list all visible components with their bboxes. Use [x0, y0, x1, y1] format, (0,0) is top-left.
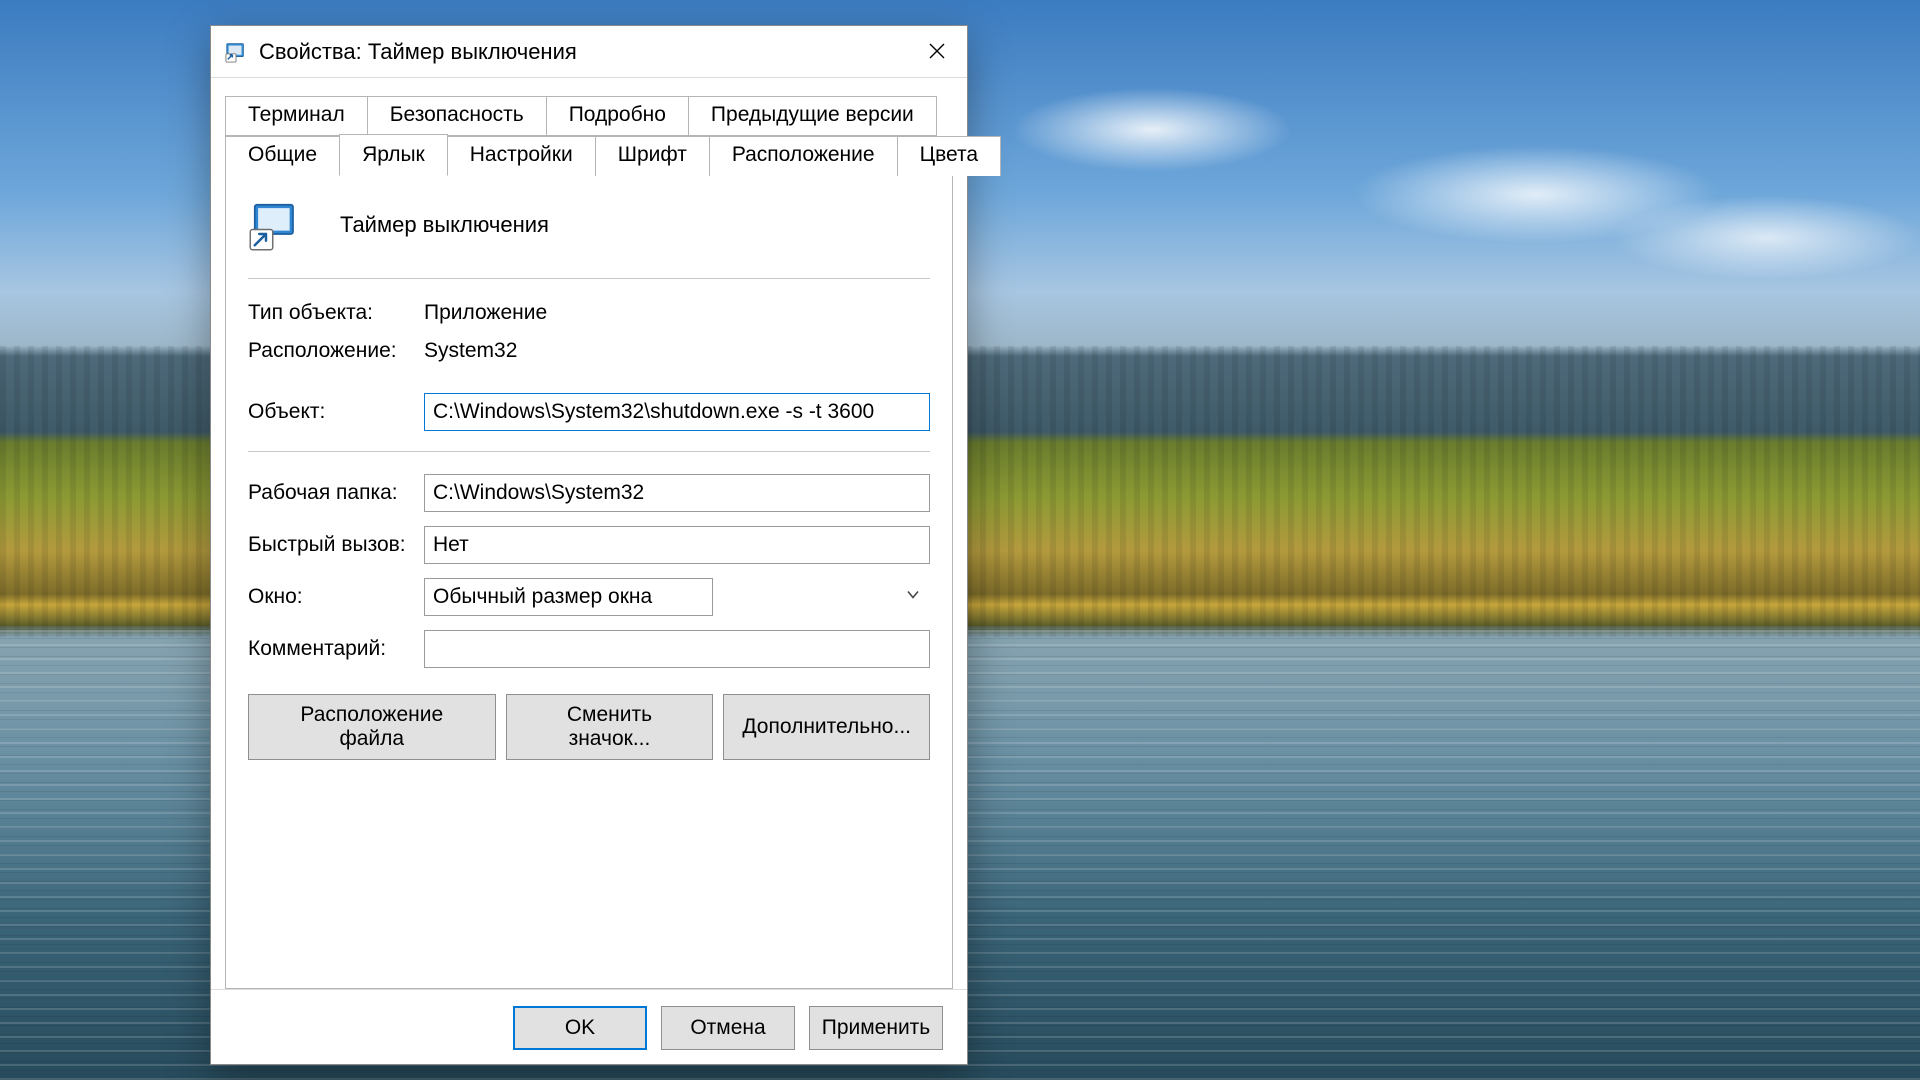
tab-strip: Терминал Безопасность Подробно Предыдущи… [211, 78, 967, 176]
row-shortcut-key: Быстрый вызов: [248, 526, 930, 564]
label-location: Расположение: [248, 339, 424, 363]
tab-label: Расположение [732, 143, 875, 166]
tab-label: Предыдущие версии [711, 103, 914, 126]
tab-layout[interactable]: Расположение [709, 136, 898, 176]
shortcut-window-icon [225, 41, 247, 63]
label-shortcut-key: Быстрый вызов: [248, 533, 424, 557]
start-in-input[interactable] [424, 474, 930, 512]
row-run: Окно: [248, 578, 930, 616]
row-comment: Комментарий: [248, 630, 930, 668]
shortcut-icon [248, 198, 302, 252]
tab-shortcut[interactable]: Ярлык [339, 134, 448, 176]
titlebar[interactable]: Свойства: Таймер выключения [211, 26, 967, 78]
row-object-type: Тип объекта: Приложение [248, 301, 930, 325]
tab-row-1: Терминал Безопасность Подробно Предыдущи… [225, 96, 953, 136]
shortcut-name: Таймер выключения [340, 212, 549, 238]
tab-label: Подробно [569, 103, 666, 126]
tab-label: Терминал [248, 103, 345, 126]
tab-terminal[interactable]: Терминал [225, 96, 368, 136]
tab-colors[interactable]: Цвета [897, 136, 1002, 176]
tab-label: Настройки [470, 143, 573, 166]
action-row: Расположение файла Сменить значок... Доп… [248, 694, 930, 760]
tab-security[interactable]: Безопасность [367, 96, 547, 136]
apply-button[interactable]: Применить [809, 1006, 943, 1050]
dialog-button-bar: OK Отмена Применить [211, 989, 967, 1064]
value-object-type: Приложение [424, 301, 547, 325]
label-comment: Комментарий: [248, 637, 424, 661]
change-icon-button[interactable]: Сменить значок... [506, 694, 714, 760]
run-select[interactable] [424, 578, 713, 616]
label-run: Окно: [248, 585, 424, 609]
tab-font[interactable]: Шрифт [595, 136, 710, 176]
ok-button[interactable]: OK [513, 1006, 647, 1050]
tab-label: Шрифт [618, 143, 687, 166]
tab-options[interactable]: Настройки [447, 136, 596, 176]
row-target: Объект: [248, 393, 930, 431]
tab-previous-versions[interactable]: Предыдущие версии [688, 96, 937, 136]
advanced-button[interactable]: Дополнительно... [723, 694, 930, 760]
divider [248, 451, 930, 452]
row-location: Расположение: System32 [248, 339, 930, 363]
tab-general[interactable]: Общие [225, 136, 340, 176]
tab-content: Таймер выключения Тип объекта: Приложени… [225, 175, 953, 989]
window-title: Свойства: Таймер выключения [259, 39, 577, 65]
shortcut-key-input[interactable] [424, 526, 930, 564]
value-location: System32 [424, 339, 517, 363]
label-object-type: Тип объекта: [248, 301, 424, 325]
close-button[interactable] [907, 26, 967, 78]
tab-label: Безопасность [390, 103, 524, 126]
comment-input[interactable] [424, 630, 930, 668]
shortcut-header: Таймер выключения [248, 198, 930, 279]
cancel-button[interactable]: Отмена [661, 1006, 795, 1050]
label-target: Объект: [248, 400, 424, 424]
tab-label: Ярлык [362, 143, 425, 166]
label-start-in: Рабочая папка: [248, 481, 424, 505]
target-input[interactable] [424, 393, 930, 431]
tab-details[interactable]: Подробно [546, 96, 689, 136]
chevron-down-icon [906, 588, 920, 607]
close-icon [929, 39, 945, 65]
tab-label: Цвета [920, 143, 979, 166]
row-start-in: Рабочая папка: [248, 474, 930, 512]
tab-label: Общие [248, 143, 317, 166]
properties-dialog: Свойства: Таймер выключения Терминал Без… [210, 25, 968, 1065]
tab-row-2: Общие Ярлык Настройки Шрифт Расположение… [225, 136, 953, 176]
open-file-location-button[interactable]: Расположение файла [248, 694, 496, 760]
